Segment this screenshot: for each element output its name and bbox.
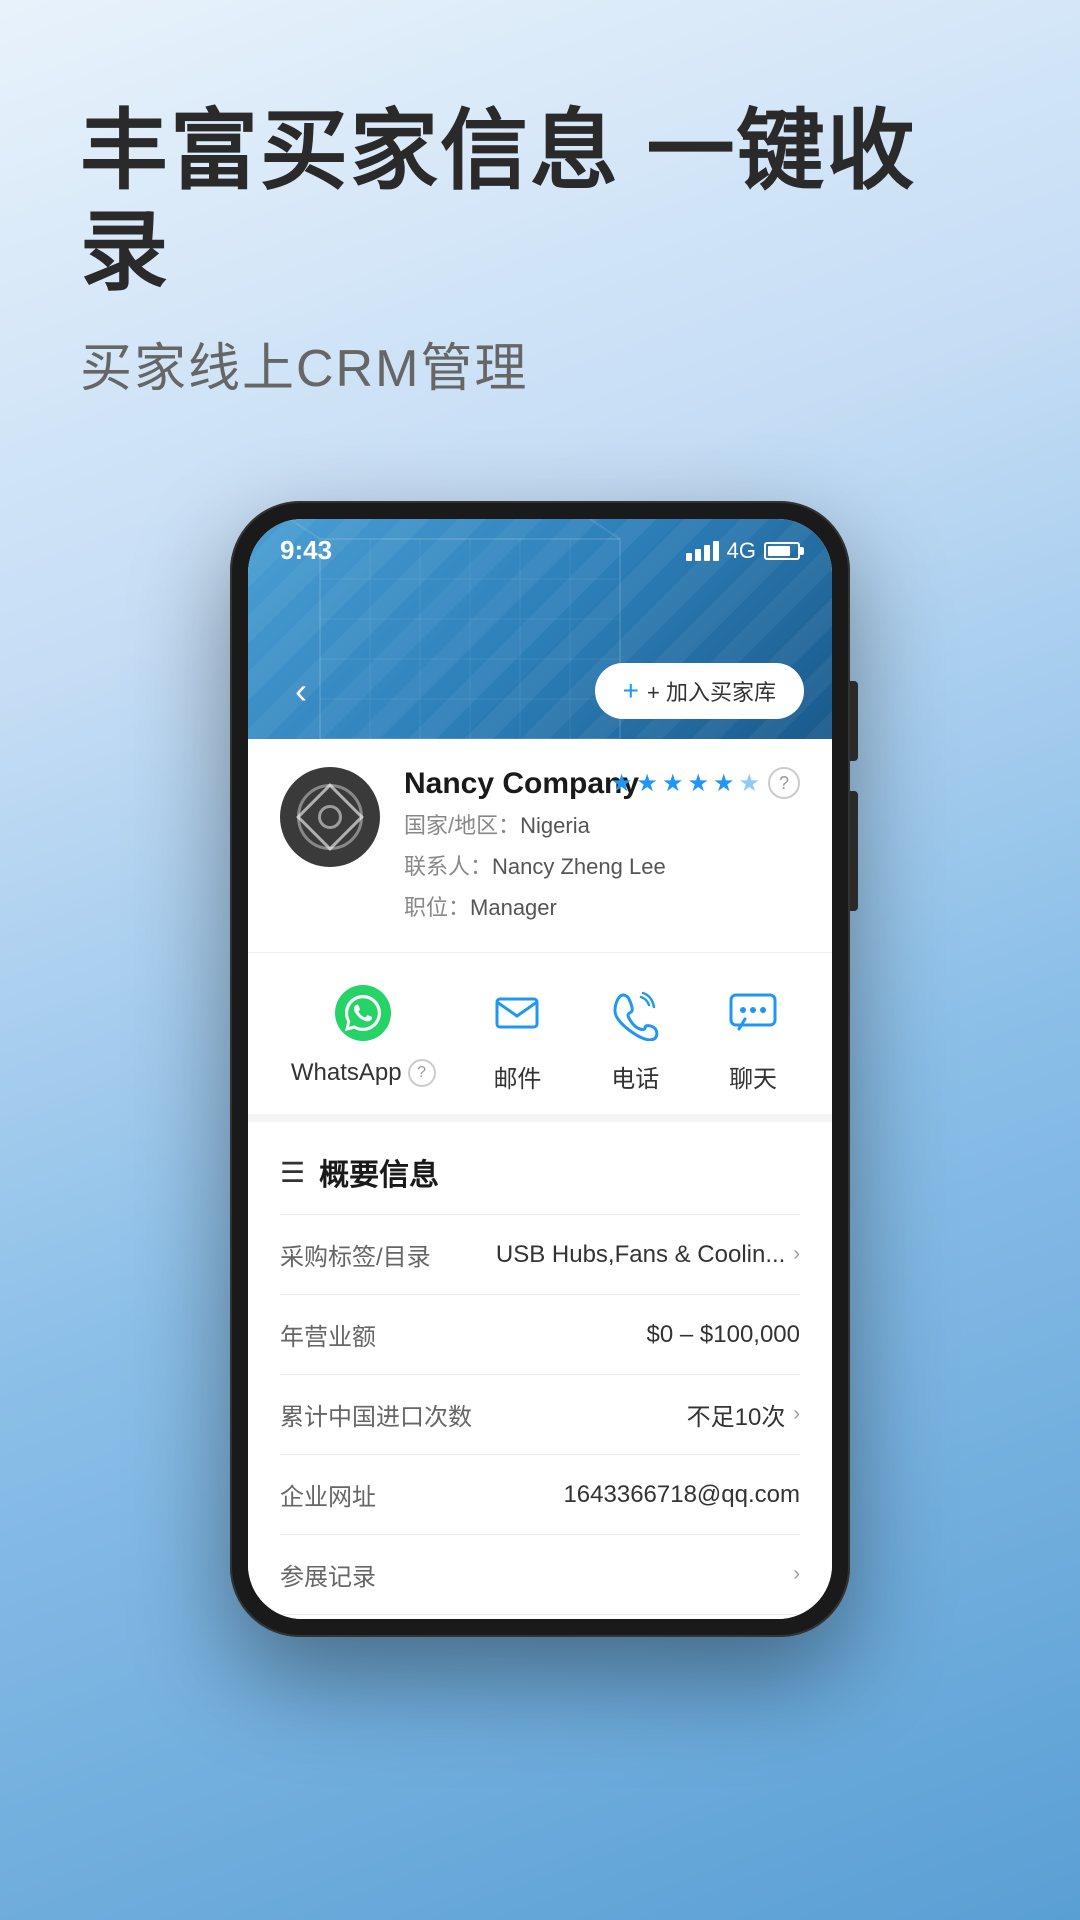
info-row-imports[interactable]: 累计中国进口次数 不足10次 › (280, 1374, 800, 1454)
info-section: ☰ 概要信息 采购标签/目录 USB Hubs,Fans & Coolin...… (248, 1122, 832, 1619)
company-logo-design (295, 782, 365, 852)
country-label: 国家/地区： (404, 813, 520, 838)
main-title: 丰富买家信息 一键收录 (80, 100, 1000, 302)
phone-call-icon (599, 977, 671, 1049)
star-5: ★ (713, 769, 735, 798)
phone-label-wrap: 电话 (611, 1059, 659, 1094)
info-row-website: 企业网址 1643366718@qq.com (280, 1454, 800, 1534)
whatsapp-help-icon[interactable]: ? (408, 1059, 436, 1087)
star-rating: ★ ★ ★ ★ ★ ★ ? (611, 767, 800, 799)
chat-label: 聊天 (729, 1059, 777, 1094)
section-title: ☰ 概要信息 (280, 1122, 800, 1214)
star-half: ★ (738, 769, 760, 798)
phone-screen: 9:43 4G (248, 519, 832, 1619)
email-label-wrap: 邮件 (493, 1059, 541, 1094)
signal-bar-3 (704, 545, 710, 561)
add-btn-label: + 加入买家库 (647, 675, 776, 707)
plus-icon: + (623, 675, 639, 707)
battery-icon (764, 542, 800, 560)
company-logo (280, 767, 380, 867)
whatsapp-label-wrap: WhatsApp ? (291, 1059, 436, 1087)
stars-container: ★ ★ ★ ★ ★ ★ (611, 769, 760, 798)
action-chat[interactable]: 聊天 (717, 977, 789, 1094)
company-position: 职位：Manager (404, 891, 800, 924)
star-1: ★ (611, 769, 633, 798)
signal-bar-1 (686, 553, 692, 561)
back-button[interactable]: ‹ (276, 666, 326, 716)
signal-bar-2 (695, 549, 701, 561)
back-arrow-icon: ‹ (295, 673, 307, 709)
rating-help-icon[interactable]: ? (768, 767, 800, 799)
imports-chevron-icon: › (793, 1403, 800, 1426)
status-time: 9:43 (280, 535, 332, 566)
logo-inner-circle (318, 805, 342, 829)
imports-value-text: 不足10次 (687, 1397, 786, 1432)
contact-value: Nancy Zheng Lee (492, 854, 666, 879)
company-card: Nancy Company 国家/地区：Nigeria 联系人：Nancy Zh… (248, 739, 832, 953)
country-value: Nigeria (520, 813, 590, 838)
tags-value: USB Hubs,Fans & Coolin... › (496, 1241, 800, 1269)
expo-header-chevron: › (793, 1563, 800, 1586)
action-bar: WhatsApp ? 邮件 (248, 953, 832, 1122)
phone-label: 电话 (611, 1059, 659, 1094)
network-label: 4G (727, 538, 756, 564)
sub-title: 买家线上CRM管理 (80, 326, 1000, 401)
position-label: 职位： (404, 895, 470, 920)
add-to-buyer-button[interactable]: + + 加入买家库 (595, 663, 804, 719)
section-label: 概要信息 (319, 1150, 439, 1194)
overview-icon: ☰ (280, 1156, 305, 1189)
nav-bar: ‹ + + 加入买家库 (276, 663, 804, 719)
website-label: 企业网址 (280, 1477, 376, 1512)
phone-mockup: 9:43 4G (230, 501, 850, 1637)
screen-header: 9:43 4G (248, 519, 832, 739)
expo-header-label: 参展记录 (280, 1557, 376, 1592)
signal-bar-4 (713, 541, 719, 561)
action-email[interactable]: 邮件 (481, 977, 553, 1094)
tags-value-text: USB Hubs,Fans & Coolin... (496, 1241, 785, 1269)
chat-label-wrap: 聊天 (729, 1059, 777, 1094)
imports-value: 不足10次 › (687, 1397, 800, 1432)
tags-label: 采购标签/目录 (280, 1237, 431, 1272)
signal-bars-icon (686, 541, 719, 561)
contact-label: 联系人： (404, 854, 492, 879)
chat-icon (717, 977, 789, 1049)
expo-chevron-icon: › (793, 1563, 800, 1586)
action-phone[interactable]: 电话 (599, 977, 671, 1094)
star-4: ★ (687, 769, 709, 798)
email-icon (481, 977, 553, 1049)
content-wrapper: 丰富买家信息 一键收录 买家线上CRM管理 (0, 0, 1080, 1920)
company-country: 国家/地区：Nigeria (404, 809, 800, 842)
expo-entry-1: 2019-12-18 China （UAE） Trade Fair 2019 (280, 1614, 800, 1619)
status-icons: 4G (686, 538, 800, 564)
info-row-tags[interactable]: 采购标签/目录 USB Hubs,Fans & Coolin... › (280, 1214, 800, 1294)
phone-frame: 9:43 4G (230, 501, 850, 1637)
whatsapp-icon (327, 977, 399, 1049)
star-3: ★ (662, 769, 684, 798)
whatsapp-label: WhatsApp (291, 1059, 402, 1087)
star-2: ★ (636, 769, 658, 798)
email-label: 邮件 (493, 1059, 541, 1094)
status-bar: 9:43 4G (280, 535, 800, 566)
action-whatsapp[interactable]: WhatsApp ? (291, 977, 436, 1094)
battery-fill (768, 546, 790, 556)
imports-label: 累计中国进口次数 (280, 1397, 472, 1432)
info-row-revenue: 年营业额 $0 – $100,000 (280, 1294, 800, 1374)
company-contact: 联系人：Nancy Zheng Lee (404, 850, 800, 883)
position-value: Manager (470, 895, 557, 920)
website-value: 1643366718@qq.com (563, 1481, 800, 1509)
header-section: 丰富买家信息 一键收录 买家线上CRM管理 (0, 0, 1080, 441)
revenue-value: $0 – $100,000 (647, 1321, 800, 1349)
info-row-expo-header[interactable]: 参展记录 › (280, 1534, 800, 1614)
revenue-label: 年营业额 (280, 1317, 376, 1352)
tags-chevron-icon: › (793, 1243, 800, 1266)
